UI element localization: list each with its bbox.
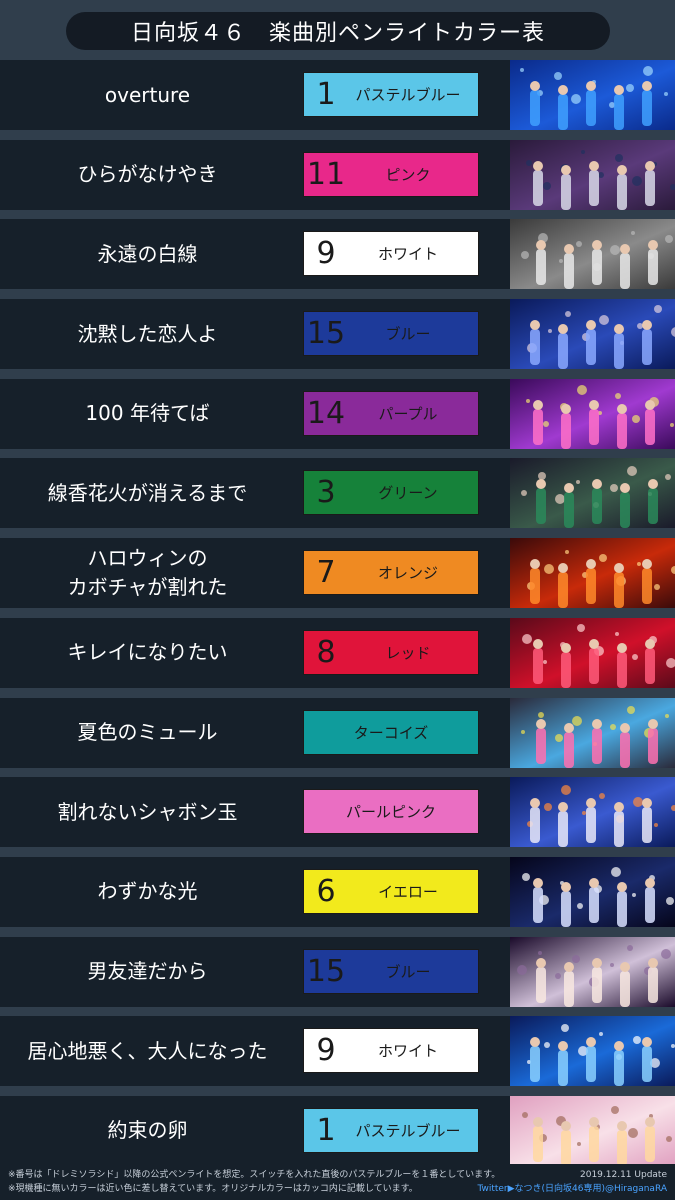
table-row: キレイになりたい 8 レッド (0, 617, 675, 688)
performance-photo (510, 697, 675, 768)
performance-photo (510, 458, 675, 529)
song-title: 夏色のミュール (77, 720, 218, 744)
table-row: overture 1 パステルブルー (0, 60, 675, 130)
table-row: ハロウィンの カボチャが割れた 7 オレンジ (0, 538, 675, 609)
performance-photo (510, 777, 675, 848)
penlight-color-swatch: ターコイズ (303, 709, 479, 755)
song-title: ひらがなけやき (77, 162, 218, 187)
color-name: ターコイズ (353, 723, 429, 742)
performance-photo (510, 378, 675, 449)
color-number: 9 (316, 1033, 336, 1069)
color-name: パールピンク (345, 803, 436, 822)
update-date: 2019.12.11 Update (580, 1170, 667, 1180)
table-row: わずかな光 6 イエロー (0, 856, 675, 927)
performance-photo (510, 219, 675, 290)
color-name: ホワイト (377, 245, 438, 264)
song-title: overture (104, 82, 191, 107)
song-title: ハロウィンの カボチャが割れた (67, 546, 228, 600)
penlight-color-swatch: 9 ホワイト (303, 231, 479, 277)
penlight-color-swatch: 3 グリーン (303, 470, 479, 516)
penlight-color-swatch: 15 ブルー (303, 948, 479, 994)
performance-photo (510, 1016, 675, 1087)
song-title: 線香花火が消えるまで (47, 480, 248, 505)
color-number: 15 (306, 953, 346, 989)
color-number: 9 (316, 236, 336, 272)
table-row: 割れないシャボン玉 パールピンク (0, 777, 675, 848)
color-name: グリーン (378, 484, 438, 503)
color-name: ピンク (385, 165, 431, 184)
table-row: 約束の卵 1 パステルブルー (0, 1095, 675, 1166)
color-number: 1 (316, 77, 336, 112)
color-number: 3 (316, 475, 336, 511)
color-number: 8 (316, 634, 336, 670)
table-row: 居心地悪く、大人になった 9 ホワイト (0, 1016, 675, 1087)
penlight-color-swatch: 11 ピンク (303, 151, 479, 197)
penlight-color-swatch: パールピンク (303, 789, 479, 835)
color-number: 14 (306, 395, 346, 431)
footer-note-numbering: ※番号は「ドレミソラシド」以降の公式ペンライトを想定。スイッチを入れた直後のパス… (8, 1170, 501, 1180)
table-row: 永遠の白線 9 ホワイト (0, 219, 675, 290)
song-title: 100 年待てば (85, 401, 210, 426)
color-number: 6 (316, 873, 336, 909)
page-title: 日向坂４６ 楽曲別ペンライトカラー表 (66, 12, 610, 50)
song-title: 男友達だから (87, 959, 208, 984)
twitter-link[interactable]: Twitter▶なつき(日向坂46専用)@HiraganaRA (477, 1182, 667, 1196)
song-title: 永遠の白線 (97, 241, 198, 266)
table-row: 100 年待てば 14 パープル (0, 378, 675, 449)
song-title: わずかな光 (97, 879, 198, 904)
color-name: ブルー (385, 325, 431, 344)
performance-photo (510, 1095, 675, 1166)
color-name: イエロー (378, 882, 438, 901)
penlight-color-swatch: 6 イエロー (303, 868, 479, 914)
table-row: 沈黙した恋人よ 15 ブルー (0, 299, 675, 370)
color-name: パープル (378, 404, 438, 423)
table-row: 夏色のミュール ターコイズ (0, 697, 675, 768)
color-name: オレンジ (377, 564, 438, 583)
table-row: 線香花火が消えるまで 3 グリーン (0, 458, 675, 529)
performance-photo (510, 617, 675, 688)
table-row: ひらがなけやき 11 ピンク (0, 139, 675, 210)
penlight-color-swatch: 14 パープル (303, 390, 479, 436)
penlight-color-swatch: 7 オレンジ (303, 550, 479, 596)
color-name: ホワイト (377, 1042, 438, 1061)
color-name: パステルブルー (355, 1121, 461, 1140)
penlight-color-swatch: 1 パステルブルー (303, 72, 479, 117)
performance-photo (510, 856, 675, 927)
song-title: 沈黙した恋人よ (77, 321, 218, 346)
color-number: 7 (316, 555, 336, 591)
performance-photo (510, 936, 675, 1007)
performance-photo (510, 60, 675, 130)
table-row: 男友達だから 15 ブルー (0, 936, 675, 1007)
color-number: 1 (316, 1112, 336, 1148)
penlight-color-swatch: 1 パステルブルー (303, 1107, 479, 1153)
song-title: 居心地悪く、大人になった (27, 1038, 268, 1063)
color-table: overture 1 パステルブルー ひらがなけやき 11 ピンク 永遠の白線 9 ホワイト 沈黙… (0, 60, 675, 1176)
song-title: 約束の卵 (107, 1118, 188, 1143)
song-title: キレイになりたい (67, 640, 228, 665)
penlight-color-swatch: 15 ブルー (303, 311, 479, 357)
song-title: 割れないシャボン玉 (57, 799, 238, 824)
performance-photo (510, 299, 675, 370)
color-name: レッド (385, 643, 431, 662)
color-name: パステルブルー (355, 86, 461, 104)
penlight-color-swatch: 8 レッド (303, 629, 479, 675)
performance-photo (510, 538, 675, 609)
penlight-color-swatch: 9 ホワイト (303, 1028, 479, 1074)
color-number: 15 (306, 316, 346, 352)
footer: ※番号は「ドレミソラシド」以降の公式ペンライトを想定。スイッチを入れた直後のパス… (0, 1164, 675, 1200)
footer-note-colors: ※現機種に無いカラーは近い色に差し替えています。オリジナルカラーはカッコ内に記載… (8, 1184, 418, 1194)
performance-photo (510, 139, 675, 210)
color-name: ブルー (385, 962, 431, 981)
color-number: 11 (306, 156, 346, 192)
